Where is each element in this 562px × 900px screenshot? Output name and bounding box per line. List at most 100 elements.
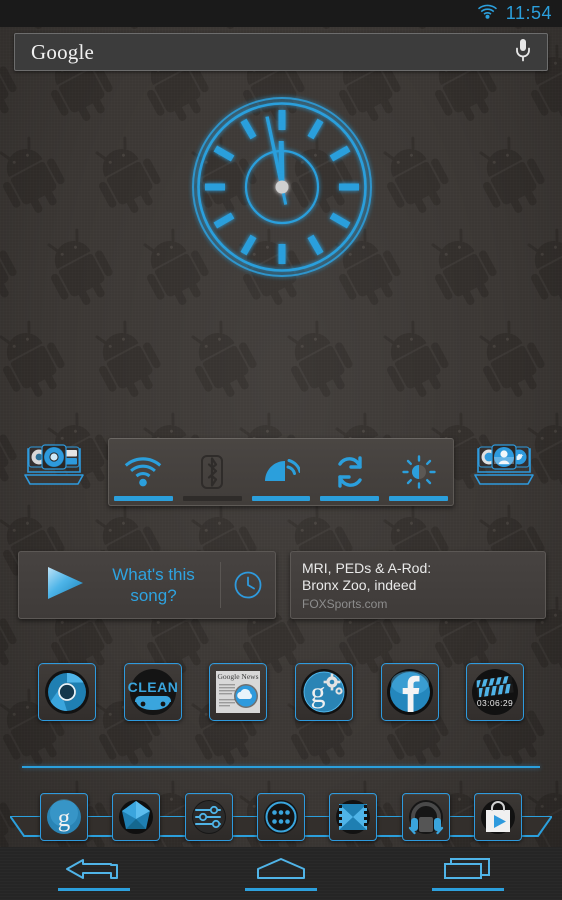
google-g-icon: g (47, 799, 82, 834)
chrome-icon (41, 444, 67, 470)
dock-icon-row: g (0, 787, 562, 847)
dock-app-drawer[interactable] (256, 793, 305, 841)
brightness-state-bar (389, 496, 448, 501)
dock-slot (245, 793, 317, 841)
home-icon (256, 858, 305, 879)
dock-slot (317, 793, 389, 841)
facebook-icon (386, 669, 433, 715)
svg-text:g: g (58, 805, 71, 832)
clean-icon-text: CLEAN (127, 679, 178, 695)
app-clean[interactable]: CLEAN (123, 663, 182, 721)
app-chrome[interactable] (37, 663, 96, 721)
app-slot: g (281, 663, 367, 721)
app-slot (24, 663, 110, 721)
wifi-toggle[interactable] (109, 439, 178, 505)
google-search-bar[interactable]: Google (14, 33, 548, 71)
dock-slot (462, 793, 534, 841)
google-settings-icon: g (300, 669, 347, 715)
news-headline-line1: MRI, PEDs & A-Rod: (302, 560, 432, 576)
whats-this-song-widget[interactable]: What's this song? (18, 551, 276, 619)
status-bar-clock: 11:54 (505, 3, 552, 23)
dock-slot (173, 793, 245, 841)
nav-recents[interactable] (375, 856, 562, 891)
nav-recents-underline (432, 888, 505, 891)
brightness-icon (401, 455, 436, 489)
song-label-line2: song? (130, 586, 177, 605)
clock-tick (307, 118, 324, 140)
wifi-icon (125, 457, 162, 487)
clock-face (192, 97, 372, 277)
dock-music[interactable] (401, 793, 450, 841)
sync-toggle[interactable] (315, 439, 384, 505)
app-slot: Google News (195, 663, 281, 721)
bluetooth-state-bar (182, 496, 242, 501)
clock-tick (329, 145, 351, 162)
clock-tick (329, 212, 351, 229)
dock-google[interactable]: g (40, 793, 89, 841)
dock-separator-line (22, 766, 540, 768)
wifi-icon (477, 4, 497, 24)
gps-icon (264, 459, 300, 481)
app-slot (367, 663, 453, 721)
search-input[interactable]: Google (31, 40, 94, 65)
folder-browsers[interactable] (22, 443, 86, 489)
contacts-icon (491, 444, 517, 470)
wifi-state-bar (114, 496, 173, 501)
app-news-weather[interactable]: Google News (209, 663, 268, 721)
nav-back-underline (57, 888, 130, 891)
recents-icon (444, 858, 491, 879)
history-clock-icon[interactable] (221, 570, 275, 600)
nav-back[interactable] (0, 856, 187, 891)
bluetooth-icon (201, 455, 224, 489)
dock-slot (100, 793, 172, 841)
gps-toggle[interactable] (247, 439, 316, 505)
gear-icon-small (335, 687, 343, 695)
app-video[interactable]: 03:06:29 (466, 663, 525, 721)
video-timecode: 03:06:29 (477, 698, 513, 708)
back-arrow-icon (65, 859, 118, 879)
headphones-icon (408, 800, 443, 835)
dock-slot: g (28, 793, 100, 841)
navigation-bar (0, 847, 562, 900)
dock-settings[interactable] (184, 793, 233, 841)
sync-icon (338, 456, 362, 488)
clock-tick (213, 212, 235, 229)
play-store-bag-icon (480, 800, 515, 834)
app-google-settings[interactable]: g (294, 663, 353, 721)
app-slot: 03:06:29 (452, 663, 538, 721)
play-triangle-icon (43, 564, 87, 607)
dock: g (0, 787, 562, 847)
nav-home[interactable] (187, 856, 374, 891)
news-weather-icon: Google News (216, 671, 261, 713)
film-icon (336, 800, 371, 834)
microphone-icon[interactable] (515, 38, 531, 67)
news-headline-line2: Bronx Zoo, indeed (302, 577, 417, 593)
sync-state-bar (320, 496, 380, 501)
news-icon-title: Google News (218, 672, 259, 681)
song-label-line1: What's this (112, 565, 195, 584)
news-source: FOXSports.com (302, 597, 388, 611)
clock-tick (240, 118, 257, 140)
clapperboard-icon: 03:06:29 (472, 669, 519, 715)
analog-clock-widget[interactable] (188, 93, 376, 281)
clock-tick (307, 234, 324, 256)
dock-slot (389, 793, 461, 841)
status-bar[interactable]: 11:54 (0, 0, 562, 27)
brightness-toggle[interactable] (384, 439, 453, 505)
folder-social[interactable] (472, 443, 536, 489)
clock-tick (240, 234, 257, 256)
google-g-letter: g (310, 676, 325, 709)
power-control-widget[interactable] (108, 438, 454, 506)
news-widget[interactable]: MRI, PEDs & A-Rod: Bronx Zoo, indeed FOX… (290, 551, 546, 619)
bluetooth-toggle[interactable] (178, 439, 247, 505)
app-facebook[interactable] (380, 663, 439, 721)
whats-this-song-label: What's this song? (87, 564, 220, 606)
app-icon-grid: CLEAN Google News g 03:06:29 (0, 660, 562, 724)
dock-play-store[interactable] (473, 793, 522, 841)
dock-gallery[interactable] (112, 793, 161, 841)
app-slot: CLEAN (110, 663, 196, 721)
dock-movies[interactable] (329, 793, 378, 841)
gps-state-bar (251, 496, 311, 501)
app-drawer-icon (263, 800, 298, 834)
chrome-icon (44, 670, 89, 714)
